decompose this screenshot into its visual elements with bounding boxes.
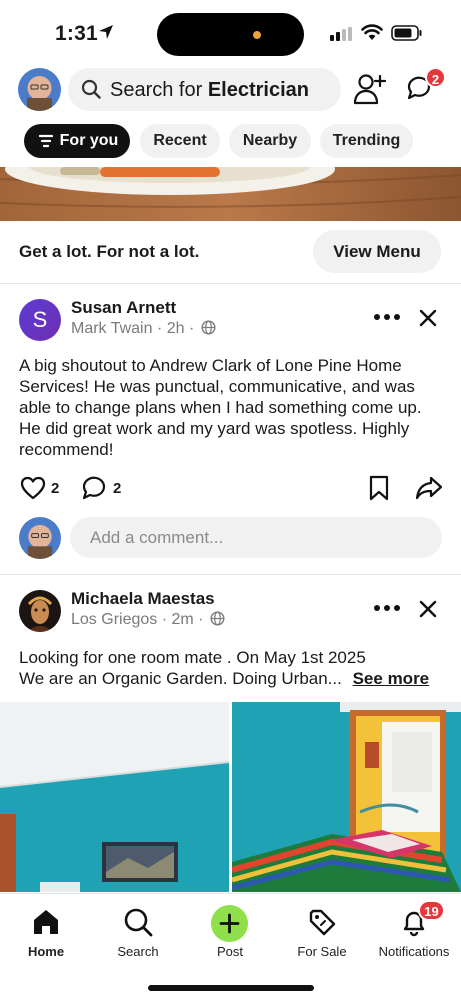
status-bar: 1:31 xyxy=(0,0,461,62)
wifi-icon xyxy=(361,24,383,40)
status-time: 1:31 xyxy=(55,22,98,45)
post-body: Looking for one room mate . On May 1st 2… xyxy=(19,648,430,688)
more-options-icon[interactable] xyxy=(373,313,401,321)
signal-icon xyxy=(330,27,352,41)
ad-tagline: Get a lot. For not a lot. xyxy=(19,242,200,261)
globe-icon xyxy=(210,611,225,626)
location-arrow-icon xyxy=(99,25,113,39)
tab-home[interactable]: Home xyxy=(0,894,92,964)
divider xyxy=(0,574,461,575)
tab-search[interactable]: Search xyxy=(92,894,184,964)
post-header: S Susan Arnett Mark Twain · 2h · xyxy=(0,298,461,344)
tab-notifications[interactable]: Notifications xyxy=(368,894,460,964)
globe-icon xyxy=(201,320,216,335)
tab-label: Notifications xyxy=(378,944,450,959)
add-neighbor-icon[interactable] xyxy=(353,73,387,105)
feed-filter-chips: For you Recent Nearby Trending xyxy=(0,124,461,158)
bookmark-icon[interactable] xyxy=(368,475,390,501)
author-name[interactable]: Susan Arnett xyxy=(71,298,176,318)
bottom-tab-bar: Home Search Post For Sale Notifications … xyxy=(0,893,461,1000)
user-avatar[interactable] xyxy=(18,68,61,111)
user-avatar xyxy=(19,517,61,559)
messages-badge: 2 xyxy=(425,67,446,88)
comment-count: 2 xyxy=(113,480,122,497)
comment-input[interactable]: Add a comment... xyxy=(70,517,442,558)
home-icon xyxy=(34,910,58,934)
top-header: Search for Electrician 2 xyxy=(0,67,461,111)
close-icon[interactable] xyxy=(418,599,438,619)
filter-icon xyxy=(39,134,53,148)
search-icon xyxy=(81,79,101,99)
comment-icon[interactable] xyxy=(81,475,107,501)
search-icon xyxy=(124,908,153,937)
tab-label: Home xyxy=(27,944,65,959)
ad-row: Get a lot. For not a lot. View Menu xyxy=(0,229,461,275)
tab-post[interactable]: Post xyxy=(184,894,276,964)
heart-icon[interactable] xyxy=(20,475,46,501)
share-icon[interactable] xyxy=(415,475,443,501)
author-avatar[interactable] xyxy=(19,590,61,632)
chip-for-you[interactable]: For you xyxy=(24,124,130,158)
post-meta: Los Griegos · 2m · xyxy=(71,611,225,629)
ad-image[interactable] xyxy=(0,167,461,221)
battery-icon xyxy=(391,25,422,41)
post-actions: 2 2 xyxy=(0,475,461,505)
comment-row: Add a comment... xyxy=(0,516,461,560)
tag-icon xyxy=(309,909,336,936)
post-photo[interactable] xyxy=(232,702,461,892)
tab-label: Post xyxy=(216,944,243,959)
view-menu-button[interactable]: View Menu xyxy=(313,230,441,273)
tab-label: For Sale xyxy=(297,944,347,959)
dynamic-island xyxy=(157,13,304,56)
tab-label: Search xyxy=(117,944,159,959)
post-header: Michaela Maestas Los Griegos · 2m · xyxy=(0,589,461,635)
post-photo[interactable] xyxy=(0,702,229,892)
home-indicator xyxy=(148,985,314,991)
close-icon[interactable] xyxy=(418,308,438,328)
search-placeholder: Search for Electrician xyxy=(110,79,309,101)
tab-for-sale[interactable]: For Sale xyxy=(276,894,368,964)
notifications-badge: 19 xyxy=(418,900,445,921)
author-avatar[interactable]: S xyxy=(19,299,61,341)
post-body: A big shoutout to Andrew Clark of Lone P… xyxy=(19,356,422,459)
post-meta: Mark Twain · 2h · xyxy=(71,320,216,338)
like-count: 2 xyxy=(51,480,60,497)
plus-icon xyxy=(211,905,248,942)
chip-recent[interactable]: Recent xyxy=(140,124,220,158)
more-options-icon[interactable] xyxy=(373,604,401,612)
chip-nearby[interactable]: Nearby xyxy=(229,124,311,158)
author-name[interactable]: Michaela Maestas xyxy=(71,589,215,609)
divider xyxy=(0,283,461,284)
see-more-link[interactable]: See more xyxy=(353,669,430,688)
chip-trending[interactable]: Trending xyxy=(320,124,413,158)
search-input[interactable]: Search for Electrician xyxy=(68,68,341,111)
